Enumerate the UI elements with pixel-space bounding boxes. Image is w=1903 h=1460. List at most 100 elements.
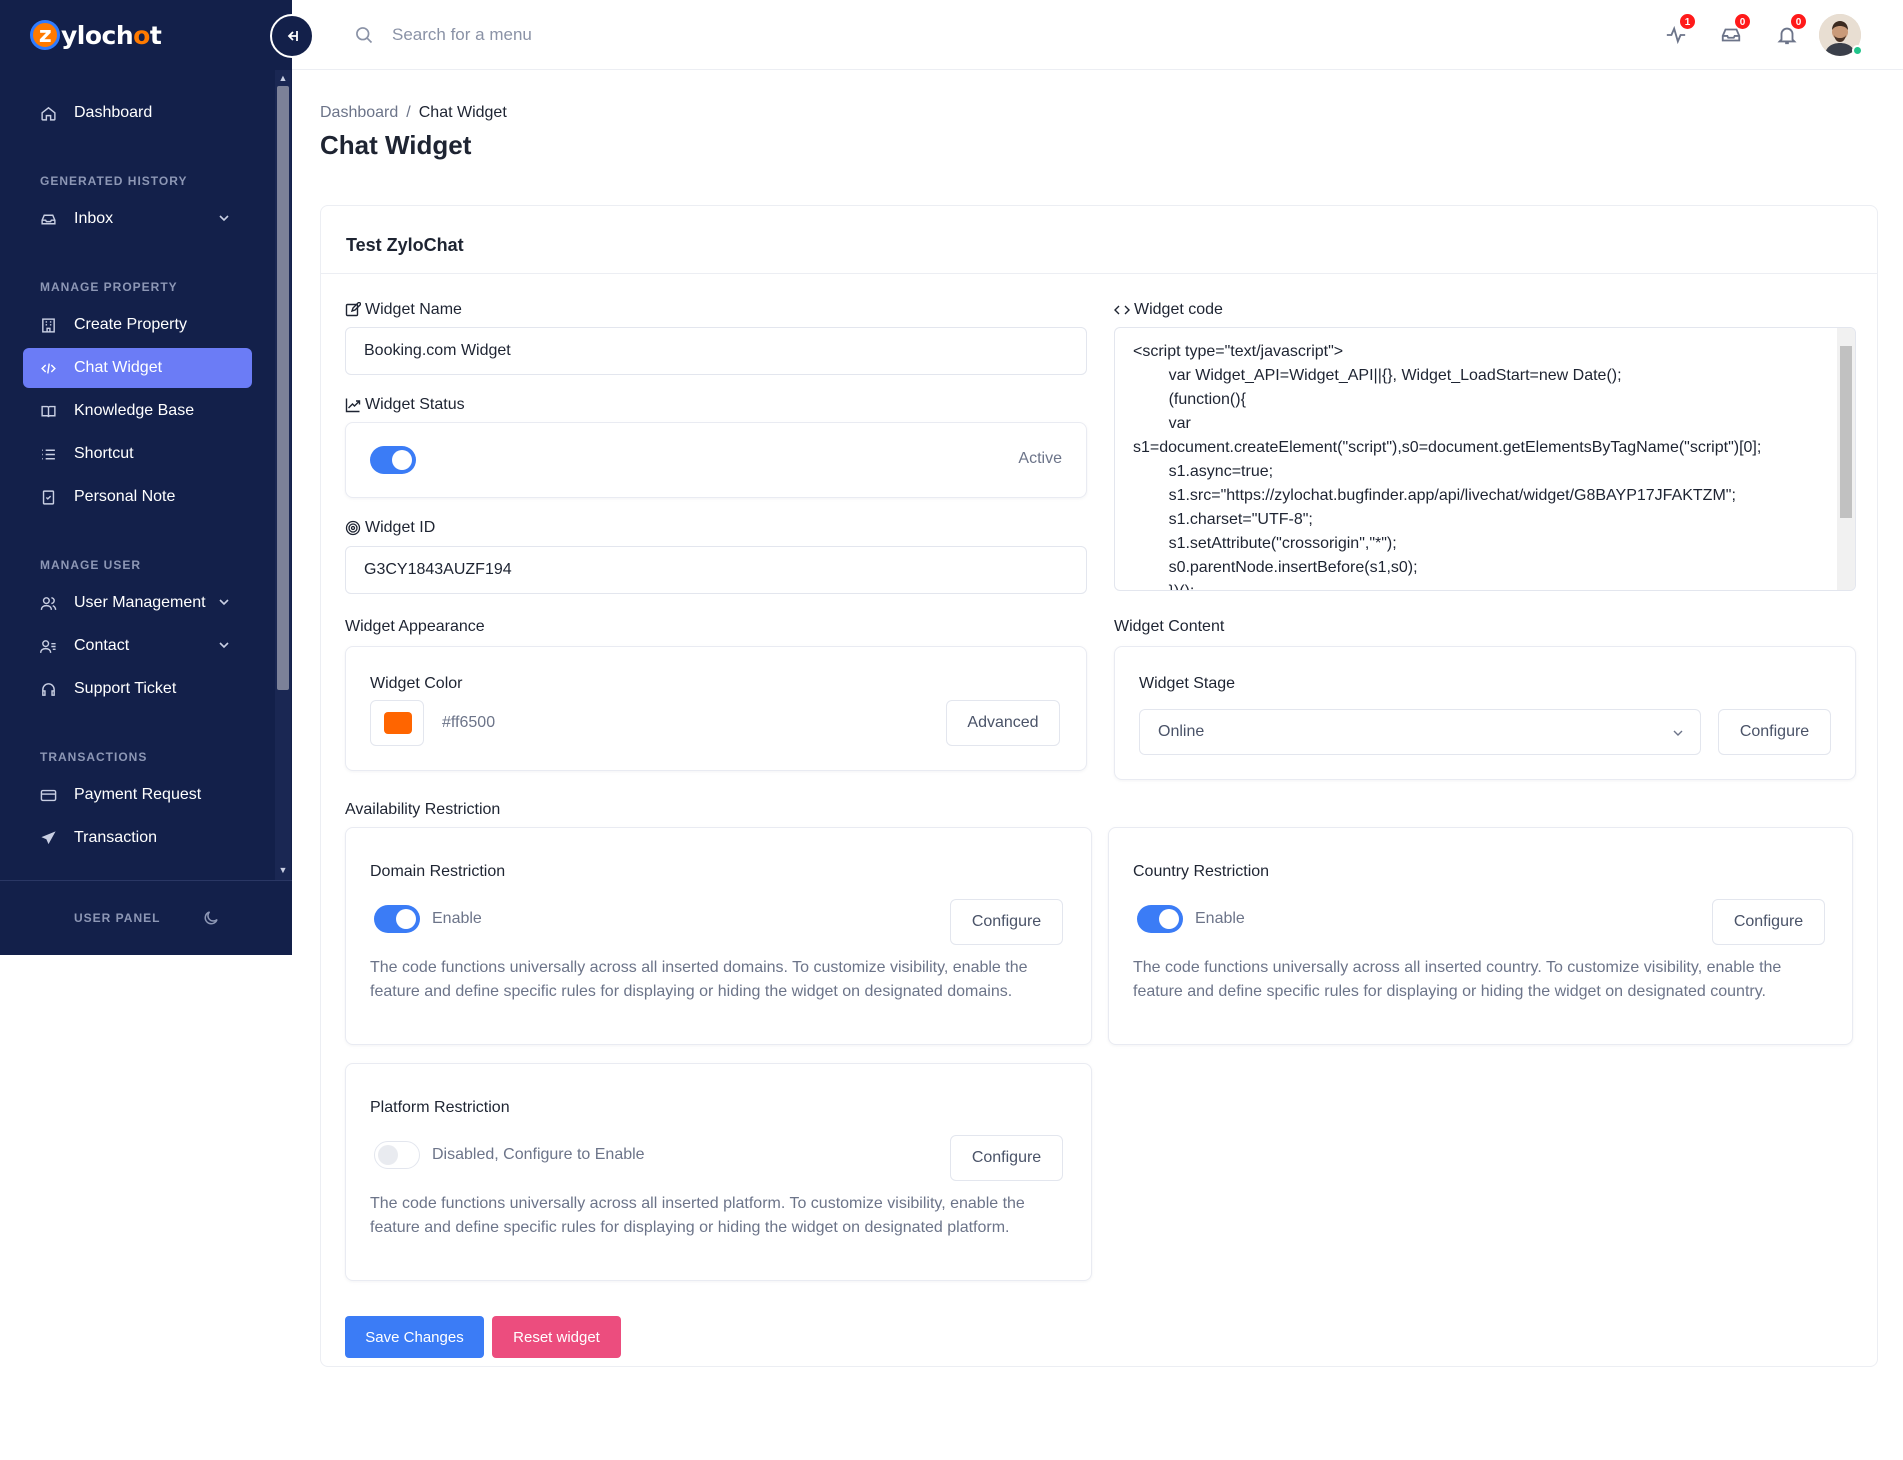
platform-restriction-toggle[interactable] — [374, 1141, 420, 1169]
platform-configure-button[interactable]: Configure — [950, 1135, 1063, 1181]
country-configure-button[interactable]: Configure — [1712, 899, 1825, 945]
color-picker-swatch[interactable] — [370, 700, 424, 746]
code-line: })(); — [1133, 580, 1833, 590]
collapse-arrow-icon — [287, 31, 298, 41]
widget-appearance-label: Widget Appearance — [345, 618, 485, 635]
chevron-down-icon — [219, 599, 229, 606]
save-changes-button[interactable]: Save Changes — [345, 1316, 484, 1358]
card-title: Test ZyloChat — [346, 235, 464, 255]
activity-button[interactable]: 1 — [1665, 13, 1696, 46]
code-line: var Widget_API=Widget_API||{}, Widget_Lo… — [1133, 367, 1622, 384]
book-icon — [39, 402, 57, 420]
sidebar-item-label: User Management — [74, 594, 206, 611]
widget-stage-label: Widget Stage — [1139, 675, 1236, 692]
color-hex-value[interactable]: #ff6500 — [442, 714, 495, 732]
sidebar-item-knowledge-base[interactable]: Knowledge Base — [23, 391, 252, 431]
sidebar-item-payment-request[interactable]: Payment Request — [23, 775, 252, 815]
sidebar-item-create-property[interactable]: Create Property — [23, 305, 252, 345]
domain-restriction-status: Enable — [432, 910, 482, 927]
building-icon — [39, 316, 57, 334]
sidebar-item-transaction[interactable]: Transaction — [23, 818, 252, 858]
code-line: var — [1133, 415, 1191, 432]
domain-restriction-toggle[interactable] — [374, 905, 420, 933]
domain-restriction-box: Domain Restriction Enable Configure The … — [345, 827, 1092, 1045]
country-restriction-title: Country Restriction — [1133, 863, 1270, 880]
sidebar-item-inbox[interactable]: Inbox — [23, 199, 252, 239]
section-transactions: Transactions — [40, 750, 148, 764]
search-icon — [356, 27, 373, 44]
headset-icon — [39, 680, 57, 698]
logo-z-icon: z — [30, 20, 60, 50]
code-scroll-thumb[interactable] — [1840, 346, 1852, 518]
availability-label: Availability Restriction — [345, 801, 501, 818]
sidebar: z ylo ch o t Dashboard Generated History Inb… — [0, 0, 292, 955]
sidebar-item-contact[interactable]: Contact — [23, 626, 252, 666]
sidebar-item-label: Payment Request — [74, 786, 202, 803]
breadcrumb-root[interactable]: Dashboard — [320, 104, 398, 121]
breadcrumb-separator: / — [406, 104, 411, 121]
sidebar-item-user-management[interactable]: User Management — [23, 583, 252, 623]
widget-content-label: Widget Content — [1114, 618, 1225, 635]
sidebar-nav: Dashboard Generated History Inbox Manage… — [0, 90, 272, 861]
sidebar-item-label: Inbox — [74, 210, 114, 227]
domain-restriction-description: The code functions universally across al… — [370, 959, 1028, 1000]
widget-color-label: Widget Color — [370, 675, 463, 692]
scroll-down-icon[interactable]: ▼ — [277, 864, 289, 876]
sidebar-item-shortcut[interactable]: Shortcut — [23, 434, 252, 474]
chevron-down-icon — [219, 215, 229, 222]
section-manage-user: Manage User — [40, 558, 142, 572]
code-brackets-icon — [1114, 302, 1130, 318]
widget-status-box: Active — [345, 422, 1087, 498]
sidebar-item-dashboard[interactable]: Dashboard — [23, 93, 252, 133]
sidebar-scroll-thumb[interactable] — [277, 86, 289, 690]
widget-stage-select[interactable]: Online — [1139, 709, 1701, 755]
code-line: s0.parentNode.insertBefore(s1,s0); — [1133, 559, 1418, 576]
widget-id-label: Widget ID — [345, 519, 435, 537]
domain-configure-button[interactable]: Configure — [950, 899, 1063, 945]
sidebar-collapse-button[interactable] — [270, 14, 314, 58]
platform-restriction-status: Disabled, Configure to Enable — [432, 1146, 645, 1163]
widget-code-text: <script type="text/javascript"> var Widg… — [1133, 340, 1833, 590]
advanced-button[interactable]: Advanced — [946, 700, 1060, 746]
stage-configure-button[interactable]: Configure — [1718, 709, 1831, 755]
country-restriction-toggle[interactable] — [1137, 905, 1183, 933]
inbox-icon — [39, 210, 57, 228]
moon-icon[interactable] — [202, 909, 220, 927]
widget-code-label: Widget code — [1114, 301, 1223, 319]
sidebar-item-personal-note[interactable]: Personal Note — [23, 477, 252, 517]
sidebar-footer: USER PANEL — [0, 880, 292, 955]
note-icon — [39, 488, 57, 506]
code-scrollbar[interactable] — [1837, 328, 1855, 590]
brand-logo[interactable]: z ylo ch o t — [30, 17, 162, 53]
widget-name-input[interactable]: Booking.com Widget — [345, 327, 1087, 375]
scroll-up-icon[interactable]: ▲ — [277, 72, 289, 84]
code-line: s1.async=true; — [1133, 463, 1274, 480]
code-line: s1.charset="UTF-8"; — [1133, 511, 1313, 528]
code-line: s1.src="https://zylochat.bugfinder.app/a… — [1133, 487, 1736, 504]
domain-restriction-title: Domain Restriction — [370, 863, 506, 880]
notifications-button[interactable]: 0 — [1776, 13, 1807, 46]
sidebar-item-label: Dashboard — [74, 104, 153, 121]
platform-restriction-box: Platform Restriction Disabled, Configure… — [345, 1063, 1092, 1281]
topbar: 1 0 0 — [292, 0, 1903, 70]
home-icon — [39, 104, 57, 122]
messages-button[interactable]: 0 — [1720, 13, 1751, 46]
contact-icon — [39, 637, 57, 655]
page-title: Chat Widget — [320, 130, 472, 160]
search-input[interactable] — [392, 19, 792, 51]
country-restriction-box: Country Restriction Enable Configure The… — [1108, 827, 1853, 1045]
sidebar-item-label: Knowledge Base — [74, 402, 195, 419]
activity-badge: 1 — [1679, 13, 1696, 30]
sidebar-item-chat-widget[interactable]: Chat Widget — [23, 348, 252, 388]
widget-card: Test ZyloChat Widget Name Booking.com Wi… — [320, 205, 1878, 1367]
code-line: s1=document.createElement("script"),s0=d… — [1133, 439, 1762, 456]
widget-code-textarea[interactable]: <script type="text/javascript"> var Widg… — [1114, 327, 1856, 591]
code-line: <script type="text/javascript"> — [1133, 343, 1344, 360]
trend-up-icon — [345, 397, 361, 413]
widget-id-input[interactable]: G3CY1843AUZF194 — [345, 546, 1087, 594]
sidebar-item-label: Shortcut — [74, 445, 134, 462]
reset-widget-button[interactable]: Reset widget — [492, 1316, 621, 1358]
widget-status-toggle[interactable] — [370, 446, 416, 474]
sidebar-item-support-ticket[interactable]: Support Ticket — [23, 669, 252, 709]
widget-stage-value: Online — [1158, 723, 1205, 740]
